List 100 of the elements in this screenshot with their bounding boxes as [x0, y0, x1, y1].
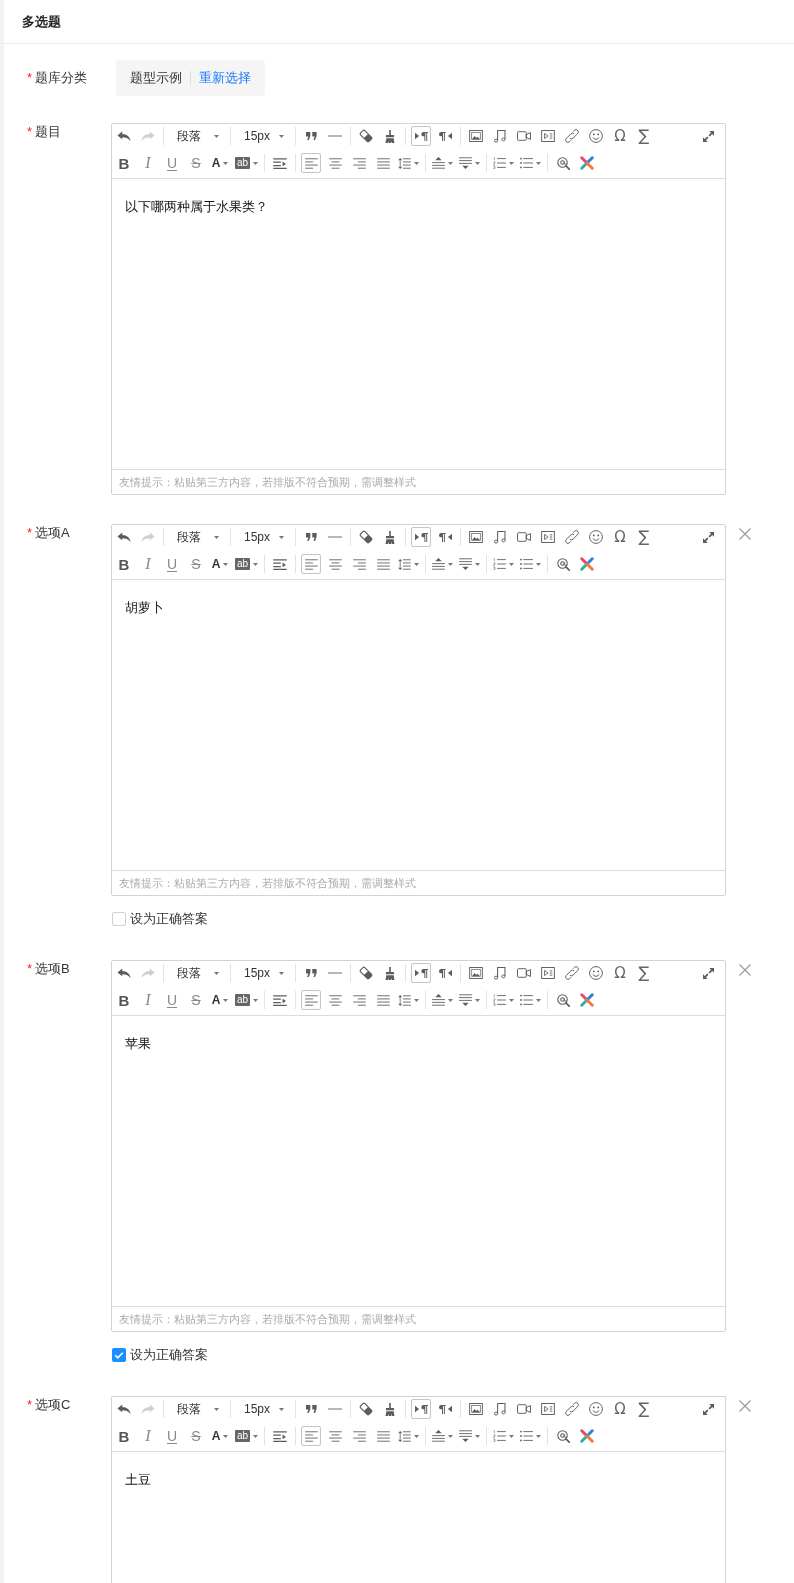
- formula-button[interactable]: ∑: [634, 126, 654, 146]
- left-to-right-button[interactable]: [411, 527, 431, 547]
- bold-button[interactable]: B: [114, 1426, 134, 1446]
- italic-button[interactable]: I: [138, 153, 158, 173]
- brush-icon[interactable]: [385, 1402, 395, 1416]
- quote-icon[interactable]: [305, 533, 317, 541]
- right-to-left-icon[interactable]: [438, 131, 452, 141]
- font-color-button[interactable]: A: [210, 990, 230, 1010]
- italic-button[interactable]: I: [138, 1426, 158, 1446]
- video-camera-icon[interactable]: [517, 131, 531, 141]
- align-center-icon[interactable]: [328, 994, 342, 1006]
- smiley-icon[interactable]: [589, 1402, 603, 1416]
- search-icon[interactable]: [556, 156, 570, 170]
- video-camera-icon[interactable]: [517, 532, 531, 542]
- underline-button[interactable]: U: [162, 153, 182, 173]
- special-character-button[interactable]: Ω: [610, 126, 630, 146]
- paragraph-format-dropdown[interactable]: 段落: [169, 1399, 225, 1419]
- search-icon[interactable]: [556, 993, 570, 1007]
- expand-icon[interactable]: [702, 130, 714, 142]
- reselect-link[interactable]: 重新选择: [199, 69, 251, 87]
- smiley-icon[interactable]: [589, 129, 603, 143]
- align-justify-icon[interactable]: [376, 558, 390, 570]
- quote-icon[interactable]: [305, 1405, 317, 1413]
- play-frame-icon[interactable]: [541, 967, 555, 979]
- image-icon[interactable]: [469, 531, 483, 543]
- paragraph-format-dropdown[interactable]: 段落: [169, 963, 225, 983]
- formula-button[interactable]: ∑: [634, 527, 654, 547]
- undo-icon[interactable]: [117, 1403, 131, 1415]
- formula-button[interactable]: ∑: [634, 1399, 654, 1419]
- highlight-color-button[interactable]: ab: [234, 990, 260, 1010]
- left-to-right-button[interactable]: [411, 1399, 431, 1419]
- special-character-button[interactable]: Ω: [610, 1399, 630, 1419]
- colored-x-icon[interactable]: [580, 156, 595, 170]
- expand-icon[interactable]: [702, 1403, 714, 1415]
- editor-text-area[interactable]: 胡萝卜: [112, 580, 725, 870]
- bold-button[interactable]: B: [114, 153, 134, 173]
- italic-button[interactable]: I: [138, 990, 158, 1010]
- image-icon[interactable]: [469, 1403, 483, 1415]
- right-to-left-icon[interactable]: [438, 1404, 452, 1414]
- strikethrough-button[interactable]: S: [186, 990, 206, 1010]
- strikethrough-button[interactable]: S: [186, 153, 206, 173]
- align-justify-icon[interactable]: [376, 994, 390, 1006]
- editor-text-area[interactable]: 苹果: [112, 1016, 725, 1306]
- align-right-icon[interactable]: [352, 1430, 366, 1442]
- link-icon[interactable]: [565, 1402, 579, 1416]
- play-frame-icon[interactable]: [541, 1403, 555, 1415]
- strikethrough-button[interactable]: S: [186, 1426, 206, 1446]
- eraser-icon[interactable]: [359, 530, 373, 544]
- underline-button[interactable]: U: [162, 554, 182, 574]
- brush-icon[interactable]: [385, 530, 395, 544]
- highlight-color-button[interactable]: ab: [234, 153, 260, 173]
- expand-icon[interactable]: [702, 531, 714, 543]
- underline-button[interactable]: U: [162, 990, 182, 1010]
- font-color-button[interactable]: A: [210, 554, 230, 574]
- colored-x-icon[interactable]: [580, 993, 595, 1007]
- align-left-button[interactable]: [301, 554, 322, 574]
- close-icon[interactable]: [739, 964, 751, 976]
- music-note-icon[interactable]: [494, 129, 506, 143]
- underline-button[interactable]: U: [162, 1426, 182, 1446]
- font-size-dropdown[interactable]: 15px: [236, 126, 290, 146]
- undo-icon[interactable]: [117, 130, 131, 142]
- align-justify-icon[interactable]: [376, 1430, 390, 1442]
- music-note-icon[interactable]: [494, 530, 506, 544]
- paragraph-format-dropdown[interactable]: 段落: [169, 126, 225, 146]
- close-icon[interactable]: [739, 1400, 751, 1412]
- font-size-dropdown[interactable]: 15px: [236, 527, 290, 547]
- brush-icon[interactable]: [385, 966, 395, 980]
- brush-icon[interactable]: [385, 129, 395, 143]
- undo-icon[interactable]: [117, 967, 131, 979]
- indent-icon[interactable]: [273, 994, 288, 1006]
- music-note-icon[interactable]: [494, 1402, 506, 1416]
- quote-icon[interactable]: [305, 132, 317, 140]
- video-camera-icon[interactable]: [517, 1404, 531, 1414]
- align-center-icon[interactable]: [328, 157, 342, 169]
- align-right-icon[interactable]: [352, 558, 366, 570]
- close-icon[interactable]: [739, 528, 751, 540]
- eraser-icon[interactable]: [359, 1402, 373, 1416]
- align-right-icon[interactable]: [352, 157, 366, 169]
- smiley-icon[interactable]: [589, 966, 603, 980]
- align-left-button[interactable]: [301, 1426, 322, 1446]
- eraser-icon[interactable]: [359, 129, 373, 143]
- bold-button[interactable]: B: [114, 554, 134, 574]
- strikethrough-button[interactable]: S: [186, 554, 206, 574]
- right-to-left-icon[interactable]: [438, 532, 452, 542]
- font-color-button[interactable]: A: [210, 1426, 230, 1446]
- align-left-button[interactable]: [301, 990, 322, 1010]
- image-icon[interactable]: [469, 967, 483, 979]
- italic-button[interactable]: I: [138, 554, 158, 574]
- play-frame-icon[interactable]: [541, 130, 555, 142]
- search-icon[interactable]: [556, 557, 570, 571]
- paragraph-format-dropdown[interactable]: 段落: [169, 527, 225, 547]
- left-to-right-button[interactable]: [411, 963, 431, 983]
- left-to-right-button[interactable]: [411, 126, 431, 146]
- formula-button[interactable]: ∑: [634, 963, 654, 983]
- link-icon[interactable]: [565, 530, 579, 544]
- indent-icon[interactable]: [273, 558, 288, 570]
- colored-x-icon[interactable]: [580, 557, 595, 571]
- expand-icon[interactable]: [702, 967, 714, 979]
- right-to-left-icon[interactable]: [438, 968, 452, 978]
- align-justify-icon[interactable]: [376, 157, 390, 169]
